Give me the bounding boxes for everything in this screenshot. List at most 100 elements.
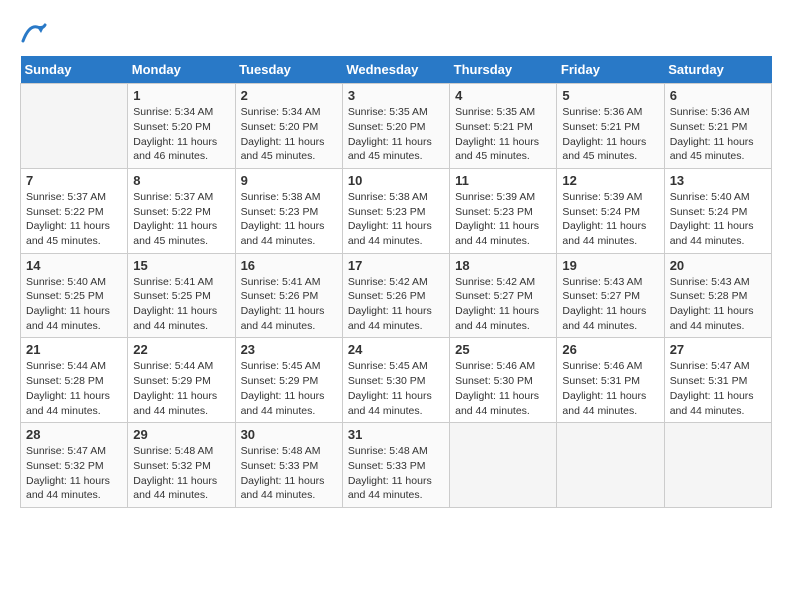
calendar-table: SundayMondayTuesdayWednesdayThursdayFrid…: [20, 56, 772, 508]
calendar-cell: 26 Sunrise: 5:46 AM Sunset: 5:31 PM Dayli…: [557, 338, 664, 423]
day-info: Sunrise: 5:34 AM Sunset: 5:20 PM Dayligh…: [133, 105, 229, 164]
day-number: 11: [455, 173, 551, 188]
day-number: 18: [455, 258, 551, 273]
day-info: Sunrise: 5:35 AM Sunset: 5:20 PM Dayligh…: [348, 105, 444, 164]
day-number: 9: [241, 173, 337, 188]
calendar-cell: 3 Sunrise: 5:35 AM Sunset: 5:20 PM Daylig…: [342, 84, 449, 169]
calendar-cell: 27 Sunrise: 5:47 AM Sunset: 5:31 PM Dayli…: [664, 338, 771, 423]
calendar-cell: 16 Sunrise: 5:41 AM Sunset: 5:26 PM Dayli…: [235, 253, 342, 338]
day-info: Sunrise: 5:46 AM Sunset: 5:31 PM Dayligh…: [562, 359, 658, 418]
calendar-week-row: 28 Sunrise: 5:47 AM Sunset: 5:32 PM Dayli…: [21, 423, 772, 508]
day-info: Sunrise: 5:39 AM Sunset: 5:24 PM Dayligh…: [562, 190, 658, 249]
day-info: Sunrise: 5:40 AM Sunset: 5:25 PM Dayligh…: [26, 275, 122, 334]
day-number: 4: [455, 88, 551, 103]
day-number: 13: [670, 173, 766, 188]
day-info: Sunrise: 5:34 AM Sunset: 5:20 PM Dayligh…: [241, 105, 337, 164]
day-number: 19: [562, 258, 658, 273]
calendar-cell: 6Sunrise: 5:36 AM Sunset: 5:21 PM Daylig…: [664, 84, 771, 169]
day-number: 22: [133, 342, 229, 357]
day-number: 26: [562, 342, 658, 357]
day-info: Sunrise: 5:38 AM Sunset: 5:23 PM Dayligh…: [241, 190, 337, 249]
calendar-cell: 24 Sunrise: 5:45 AM Sunset: 5:30 PM Dayli…: [342, 338, 449, 423]
day-number: 30: [241, 427, 337, 442]
weekday-header-cell: Saturday: [664, 56, 771, 84]
calendar-cell: [21, 84, 128, 169]
page-header: [20, 20, 772, 40]
calendar-cell: 9 Sunrise: 5:38 AM Sunset: 5:23 PM Daylig…: [235, 168, 342, 253]
calendar-cell: 2 Sunrise: 5:34 AM Sunset: 5:20 PM Daylig…: [235, 84, 342, 169]
calendar-cell: 13 Sunrise: 5:40 AM Sunset: 5:24 PM Dayli…: [664, 168, 771, 253]
day-info: Sunrise: 5:41 AM Sunset: 5:26 PM Dayligh…: [241, 275, 337, 334]
weekday-header-cell: Friday: [557, 56, 664, 84]
day-number: 16: [241, 258, 337, 273]
calendar-cell: 20 Sunrise: 5:43 AM Sunset: 5:28 PM Dayli…: [664, 253, 771, 338]
day-number: 21: [26, 342, 122, 357]
logo: [20, 20, 47, 40]
calendar-cell: 8 Sunrise: 5:37 AM Sunset: 5:22 PM Daylig…: [128, 168, 235, 253]
calendar-cell: 25 Sunrise: 5:46 AM Sunset: 5:30 PM Dayli…: [450, 338, 557, 423]
calendar-cell: 4 Sunrise: 5:35 AM Sunset: 5:21 PM Daylig…: [450, 84, 557, 169]
day-number: 8: [133, 173, 229, 188]
calendar-cell: 19 Sunrise: 5:43 AM Sunset: 5:27 PM Dayli…: [557, 253, 664, 338]
calendar-cell: 10Sunrise: 5:38 AM Sunset: 5:23 PM Dayli…: [342, 168, 449, 253]
day-info: Sunrise: 5:37 AM Sunset: 5:22 PM Dayligh…: [26, 190, 122, 249]
day-info: Sunrise: 5:43 AM Sunset: 5:28 PM Dayligh…: [670, 275, 766, 334]
day-info: Sunrise: 5:44 AM Sunset: 5:29 PM Dayligh…: [133, 359, 229, 418]
weekday-header-cell: Wednesday: [342, 56, 449, 84]
calendar-cell: 1 Sunrise: 5:34 AM Sunset: 5:20 PM Daylig…: [128, 84, 235, 169]
day-number: 25: [455, 342, 551, 357]
day-number: 20: [670, 258, 766, 273]
day-info: Sunrise: 5:38 AM Sunset: 5:23 PM Dayligh…: [348, 190, 444, 249]
calendar-week-row: 1 Sunrise: 5:34 AM Sunset: 5:20 PM Daylig…: [21, 84, 772, 169]
day-number: 1: [133, 88, 229, 103]
day-info: Sunrise: 5:46 AM Sunset: 5:30 PM Dayligh…: [455, 359, 551, 418]
day-info: Sunrise: 5:39 AM Sunset: 5:23 PM Dayligh…: [455, 190, 551, 249]
calendar-cell: 12 Sunrise: 5:39 AM Sunset: 5:24 PM Dayli…: [557, 168, 664, 253]
calendar-cell: 17Sunrise: 5:42 AM Sunset: 5:26 PM Dayli…: [342, 253, 449, 338]
day-info: Sunrise: 5:48 AM Sunset: 5:33 PM Dayligh…: [241, 444, 337, 503]
day-number: 5: [562, 88, 658, 103]
day-info: Sunrise: 5:36 AM Sunset: 5:21 PM Dayligh…: [562, 105, 658, 164]
day-info: Sunrise: 5:42 AM Sunset: 5:27 PM Dayligh…: [455, 275, 551, 334]
day-info: Sunrise: 5:47 AM Sunset: 5:32 PM Dayligh…: [26, 444, 122, 503]
day-number: 24: [348, 342, 444, 357]
weekday-header-cell: Sunday: [21, 56, 128, 84]
day-info: Sunrise: 5:37 AM Sunset: 5:22 PM Dayligh…: [133, 190, 229, 249]
day-info: Sunrise: 5:45 AM Sunset: 5:30 PM Dayligh…: [348, 359, 444, 418]
calendar-cell: 28 Sunrise: 5:47 AM Sunset: 5:32 PM Dayli…: [21, 423, 128, 508]
day-number: 12: [562, 173, 658, 188]
calendar-cell: 21 Sunrise: 5:44 AM Sunset: 5:28 PM Dayli…: [21, 338, 128, 423]
calendar-cell: 5 Sunrise: 5:36 AM Sunset: 5:21 PM Daylig…: [557, 84, 664, 169]
day-info: Sunrise: 5:40 AM Sunset: 5:24 PM Dayligh…: [670, 190, 766, 249]
day-number: 2: [241, 88, 337, 103]
weekday-header-cell: Thursday: [450, 56, 557, 84]
weekday-header-row: SundayMondayTuesdayWednesdayThursdayFrid…: [21, 56, 772, 84]
calendar-cell: 15Sunrise: 5:41 AM Sunset: 5:25 PM Dayli…: [128, 253, 235, 338]
day-number: 28: [26, 427, 122, 442]
day-info: Sunrise: 5:35 AM Sunset: 5:21 PM Dayligh…: [455, 105, 551, 164]
day-info: Sunrise: 5:45 AM Sunset: 5:29 PM Dayligh…: [241, 359, 337, 418]
weekday-header-cell: Monday: [128, 56, 235, 84]
calendar-cell: 18 Sunrise: 5:42 AM Sunset: 5:27 PM Dayli…: [450, 253, 557, 338]
day-info: Sunrise: 5:44 AM Sunset: 5:28 PM Dayligh…: [26, 359, 122, 418]
day-number: 27: [670, 342, 766, 357]
calendar-cell: 30 Sunrise: 5:48 AM Sunset: 5:33 PM Dayli…: [235, 423, 342, 508]
calendar-week-row: 7Sunrise: 5:37 AM Sunset: 5:22 PM Daylig…: [21, 168, 772, 253]
logo-icon: [21, 23, 47, 43]
day-number: 3: [348, 88, 444, 103]
weekday-header-cell: Tuesday: [235, 56, 342, 84]
calendar-cell: 29Sunrise: 5:48 AM Sunset: 5:32 PM Dayli…: [128, 423, 235, 508]
day-info: Sunrise: 5:41 AM Sunset: 5:25 PM Dayligh…: [133, 275, 229, 334]
calendar-week-row: 14 Sunrise: 5:40 AM Sunset: 5:25 PM Dayli…: [21, 253, 772, 338]
day-info: Sunrise: 5:43 AM Sunset: 5:27 PM Dayligh…: [562, 275, 658, 334]
day-number: 29: [133, 427, 229, 442]
calendar-cell: 22 Sunrise: 5:44 AM Sunset: 5:29 PM Dayli…: [128, 338, 235, 423]
calendar-cell: 7Sunrise: 5:37 AM Sunset: 5:22 PM Daylig…: [21, 168, 128, 253]
day-number: 14: [26, 258, 122, 273]
day-number: 23: [241, 342, 337, 357]
calendar-cell: [664, 423, 771, 508]
calendar-cell: [557, 423, 664, 508]
calendar-week-row: 21 Sunrise: 5:44 AM Sunset: 5:28 PM Dayli…: [21, 338, 772, 423]
day-info: Sunrise: 5:47 AM Sunset: 5:31 PM Dayligh…: [670, 359, 766, 418]
day-info: Sunrise: 5:36 AM Sunset: 5:21 PM Dayligh…: [670, 105, 766, 164]
